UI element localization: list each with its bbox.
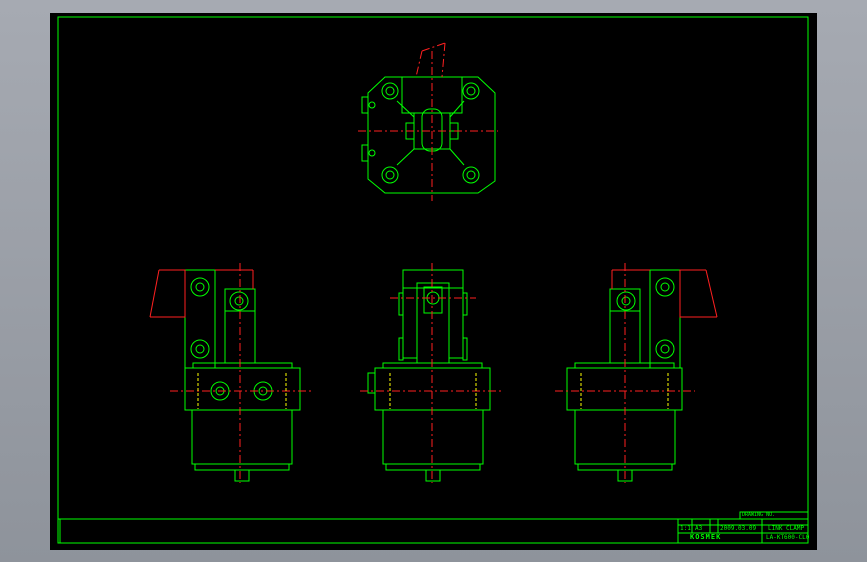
date-value: 2009.03.09 bbox=[720, 525, 757, 532]
drawing-number-header: DRAWING NO. bbox=[742, 512, 776, 518]
front-view-center bbox=[367, 269, 491, 482]
sheet-size-value: A3 bbox=[695, 525, 703, 532]
drawing-canvas bbox=[57, 16, 809, 544]
side-view-left bbox=[184, 269, 301, 482]
cad-viewport[interactable]: DRAWING NO. 1:1 A3 2009.03.09 LINK CLAMP… bbox=[50, 13, 817, 550]
drawing-number: LA-KT600-CL0 bbox=[766, 534, 810, 541]
company-logo: KOSMEK bbox=[690, 533, 722, 541]
part-name: LINK CLAMP bbox=[768, 525, 805, 532]
top-view-centerlines bbox=[358, 42, 498, 201]
scale-value: 1:1 bbox=[680, 525, 691, 532]
top-view bbox=[361, 76, 496, 194]
